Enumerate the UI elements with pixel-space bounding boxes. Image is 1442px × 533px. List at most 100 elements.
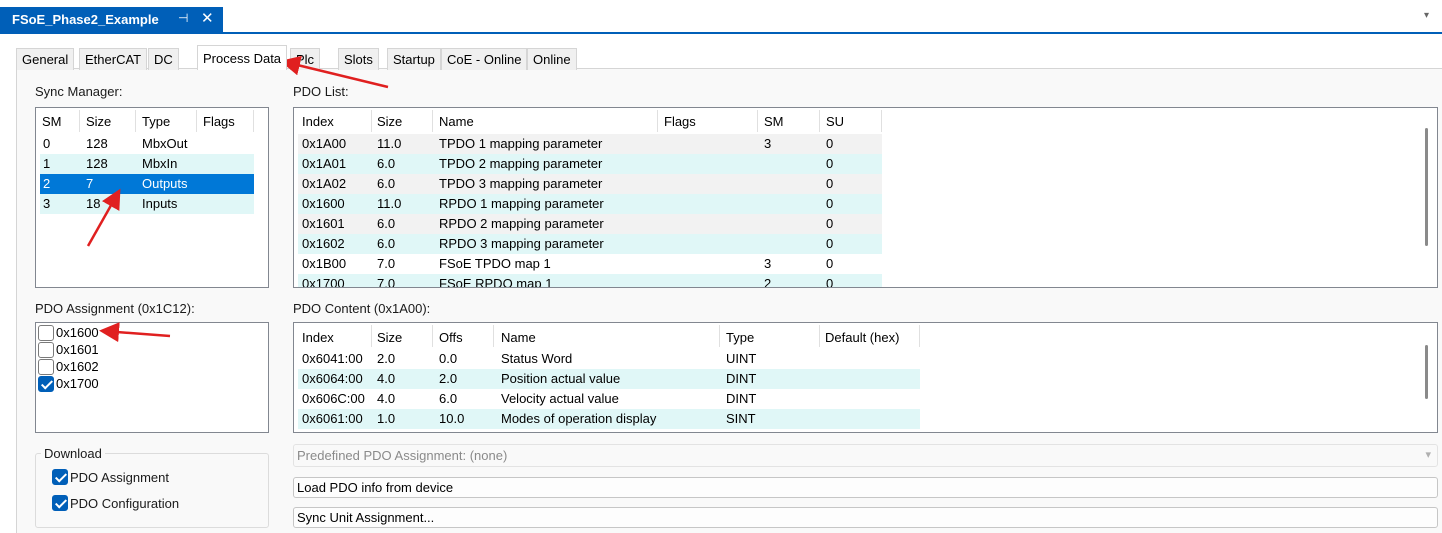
- tab-ethercat[interactable]: EtherCAT: [79, 48, 148, 70]
- tab-plc[interactable]: Plc: [290, 48, 321, 70]
- table-row[interactable]: 0x1A02 6.0 TPDO 3 mapping parameter 0: [298, 174, 882, 194]
- table-row[interactable]: 0x606C:00 4.0 6.0 Velocity actual value …: [298, 389, 920, 409]
- column-header-size[interactable]: Size: [377, 330, 402, 345]
- column-separator: [135, 110, 136, 132]
- tab-process-data[interactable]: Process Data: [197, 45, 288, 70]
- cell-name: RPDO 1 mapping parameter: [439, 196, 604, 211]
- cell-type: Inputs: [142, 196, 178, 211]
- pdo-assignment-label: PDO Assignment (0x1C12):: [35, 301, 195, 316]
- load-pdo-info-button[interactable]: Load PDO info from device: [293, 477, 1438, 498]
- table-row[interactable]: 0x1700 7.0 FSoE RPDO map 1 2 0: [298, 274, 882, 288]
- cell-type: MbxOut: [142, 136, 188, 151]
- column-header-index[interactable]: Index: [302, 114, 334, 129]
- column-header-sm[interactable]: SM: [42, 114, 62, 129]
- tab-coe-online[interactable]: CoE - Online: [441, 48, 528, 70]
- column-separator: [919, 325, 920, 347]
- column-header-flags[interactable]: Flags: [203, 114, 235, 129]
- column-header-index[interactable]: Index: [302, 330, 334, 345]
- table-row[interactable]: 0x1B00 7.0 FSoE TPDO map 1 3 0: [298, 254, 882, 274]
- cell-sm: 2: [764, 276, 772, 288]
- column-separator: [371, 110, 372, 132]
- download-group-label: Download: [41, 446, 105, 461]
- table-row[interactable]: 0x1602 6.0 RPDO 3 mapping parameter 0: [298, 234, 882, 254]
- cell-type: DINT: [726, 391, 757, 406]
- cell-name: Status Word: [501, 351, 573, 366]
- chevron-down-icon[interactable]: ▾: [1424, 10, 1438, 24]
- table-row[interactable]: 0x6064:00 4.0 2.0 Position actual value …: [298, 369, 920, 389]
- chevron-down-icon: ▾: [1425, 449, 1431, 461]
- table-row[interactable]: 0x6061:00 1.0 10.0 Modes of operation di…: [298, 409, 920, 429]
- sync-unit-assignment-button[interactable]: Sync Unit Assignment...: [293, 507, 1438, 528]
- download-pdo-configuration-checkbox[interactable]: [52, 495, 68, 511]
- cell-size: 128: [86, 136, 108, 151]
- column-header-size[interactable]: Size: [86, 114, 111, 129]
- close-icon[interactable]: ✕: [201, 9, 214, 27]
- cell-su: 0: [826, 136, 834, 151]
- pdo-assignment-checkbox-0x1600[interactable]: [38, 325, 54, 341]
- cell-index: 0x1B00: [302, 256, 347, 271]
- table-row[interactable]: 3 18 Inputs: [40, 194, 254, 214]
- column-header-name[interactable]: Name: [439, 114, 474, 129]
- document-tab[interactable]: FSoE_Phase2_Example ⊣ ✕: [0, 7, 223, 32]
- column-header-name[interactable]: Name: [501, 330, 536, 345]
- cell-type: SINT: [726, 411, 756, 426]
- pdo-content-list[interactable]: Index Size Offs Name Type Default (hex) …: [293, 322, 1438, 433]
- column-header-type[interactable]: Type: [142, 114, 170, 129]
- pdo-assignment-checkbox-0x1602[interactable]: [38, 359, 54, 375]
- predefined-pdo-assignment-value: Predefined PDO Assignment: (none): [297, 448, 508, 463]
- table-row[interactable]: 0x1A01 6.0 TPDO 2 mapping parameter 0: [298, 154, 882, 174]
- cell-name: FSoE TPDO map 1: [439, 256, 551, 271]
- cell-name: Position actual value: [501, 371, 621, 386]
- column-header-offs[interactable]: Offs: [439, 330, 463, 345]
- cell-sm: 3: [43, 196, 51, 211]
- column-header-flags[interactable]: Flags: [664, 114, 696, 129]
- column-header-type[interactable]: Type: [726, 330, 754, 345]
- predefined-pdo-assignment-select[interactable]: Predefined PDO Assignment: (none) ▾: [293, 444, 1438, 467]
- column-header-default-hex[interactable]: Default (hex): [825, 330, 899, 345]
- tab-general[interactable]: General: [16, 48, 75, 70]
- sync-manager-list[interactable]: SM Size Type Flags 0 128 MbxOut 1 128 Mb…: [35, 107, 269, 288]
- cell-index: 0x6061:00: [302, 411, 363, 426]
- column-separator: [657, 110, 658, 132]
- table-row[interactable]: 0x1601 6.0 RPDO 2 mapping parameter 0: [298, 214, 882, 234]
- table-row[interactable]: 0x1A00 11.0 TPDO 1 mapping parameter 3 0: [298, 134, 882, 154]
- cell-sm: 3: [764, 136, 772, 151]
- document-tab-underline: [0, 32, 1442, 34]
- pdo-list[interactable]: Index Size Name Flags SM SU 0x1A00 11.0 …: [293, 107, 1438, 288]
- pdo-assignment-checkbox-0x1700[interactable]: [38, 376, 54, 392]
- cell-size: 7.0: [377, 256, 396, 271]
- cell-offs: 10.0: [439, 411, 465, 426]
- cell-index: 0x6041:00: [302, 351, 363, 366]
- cell-size: 128: [86, 156, 108, 171]
- cell-type: UINT: [726, 351, 757, 366]
- table-row[interactable]: 0x6041:00 2.0 0.0 Status Word UINT: [298, 349, 920, 369]
- column-header-size[interactable]: Size: [377, 114, 402, 129]
- tab-online[interactable]: Online: [527, 48, 577, 70]
- column-header-su[interactable]: SU: [826, 114, 844, 129]
- column-separator: [432, 325, 433, 347]
- pin-icon[interactable]: ⊣: [178, 11, 188, 25]
- pdo-assignment-list[interactable]: 0x1600 0x1601 0x1602 0x1700: [35, 322, 269, 433]
- cell-offs: 6.0: [439, 391, 458, 406]
- tab-dc[interactable]: DC: [148, 48, 179, 70]
- table-row[interactable]: 1 128 MbxIn: [40, 154, 254, 174]
- cell-name: Velocity actual value: [501, 391, 619, 406]
- cell-su: 0: [826, 236, 834, 251]
- column-header-sm[interactable]: SM: [764, 114, 784, 129]
- pdo-assignment-checkbox-0x1601[interactable]: [38, 342, 54, 358]
- pdo-list-label: PDO List:: [293, 84, 349, 99]
- cell-sm: 2: [43, 176, 51, 191]
- cell-size: 6.0: [377, 156, 396, 171]
- document-tab-title: FSoE_Phase2_Example: [12, 12, 159, 27]
- tab-slots[interactable]: Slots: [338, 48, 379, 70]
- cell-su: 0: [826, 276, 834, 288]
- table-row[interactable]: 0 128 MbxOut: [40, 134, 254, 154]
- download-pdo-assignment-checkbox[interactable]: [52, 469, 68, 485]
- table-row-selected[interactable]: 2 7 Outputs: [40, 174, 254, 194]
- cell-name: RPDO 3 mapping parameter: [439, 236, 604, 251]
- tab-startup[interactable]: Startup: [387, 48, 441, 70]
- pdo-content-scrollbar[interactable]: [1425, 345, 1428, 399]
- pdo-list-scrollbar[interactable]: [1425, 128, 1428, 246]
- cell-size: 4.0: [377, 371, 396, 386]
- table-row[interactable]: 0x1600 11.0 RPDO 1 mapping parameter 0: [298, 194, 882, 214]
